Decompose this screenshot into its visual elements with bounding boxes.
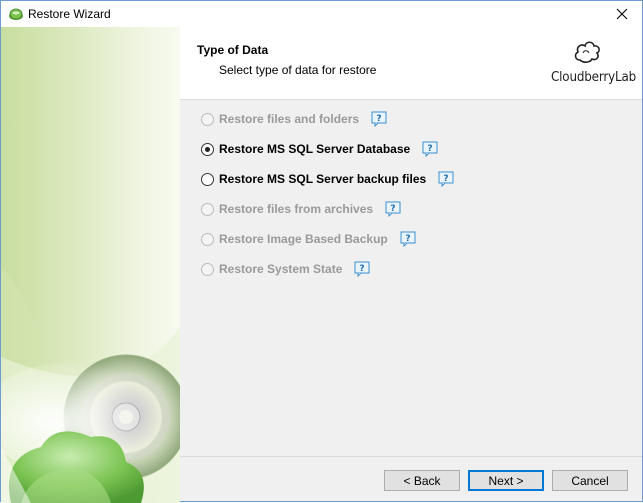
option-restore-mssql-backup-files[interactable]: Restore MS SQL Server backup files ? [201,170,454,188]
option-restore-system-state: Restore System State ? [201,260,370,278]
svg-text:?: ? [428,144,433,154]
svg-text:?: ? [360,264,365,274]
cancel-button[interactable]: Cancel [552,470,628,491]
window-title: Restore Wizard [28,7,111,21]
option-label[interactable]: Restore MS SQL Server backup files [219,172,426,186]
wizard-header: Type of Data Select type of data for res… [180,27,642,100]
radio-button [201,262,214,276]
page-subtitle: Select type of data for restore [219,63,377,77]
data-type-options: Restore files and folders ? Restore MS S… [180,101,642,456]
help-icon[interactable]: ? [400,231,416,247]
svg-text:?: ? [444,174,449,184]
option-label: Restore files from archives [219,202,374,216]
decorative-side-panel [1,27,180,503]
footer-divider [180,456,642,457]
back-button[interactable]: < Back [384,470,460,491]
option-label: Restore files and folders [219,112,360,126]
svg-text:?: ? [376,114,381,124]
help-icon[interactable]: ? [422,141,438,157]
help-icon[interactable]: ? [371,111,387,127]
logo-text: CloudberryLab [551,70,637,85]
close-icon [616,8,628,20]
cloudberry-logo-icon [574,41,600,63]
option-label: Restore System State [219,262,343,276]
next-button[interactable]: Next > [468,470,544,491]
close-button[interactable] [602,1,642,27]
radio-button [201,232,214,246]
radio-button [201,202,214,216]
help-icon[interactable]: ? [354,261,370,277]
restore-wizard-window: Restore Wizard Type of Data Select type … [0,0,643,503]
radio-button[interactable] [201,172,214,186]
option-label: Restore Image Based Backup [219,232,388,246]
radio-button [201,112,214,126]
help-icon[interactable]: ? [438,171,454,187]
option-restore-files-archives: Restore files from archives ? [201,200,401,218]
cloud-disk-icon [9,8,23,20]
page-title: Type of Data [197,43,269,57]
svg-text:?: ? [405,234,410,244]
option-restore-image-based-backup: Restore Image Based Backup ? [201,230,416,248]
option-restore-mssql-database[interactable]: Restore MS SQL Server Database ? [201,140,438,158]
radio-button[interactable] [201,142,214,156]
option-label[interactable]: Restore MS SQL Server Database [219,142,410,156]
svg-text:?: ? [390,204,395,214]
title-bar[interactable]: Restore Wizard [1,1,642,27]
option-restore-files-folders: Restore files and folders ? [201,110,387,128]
help-icon[interactable]: ? [385,201,401,217]
cd-disc-illustration [1,267,180,503]
